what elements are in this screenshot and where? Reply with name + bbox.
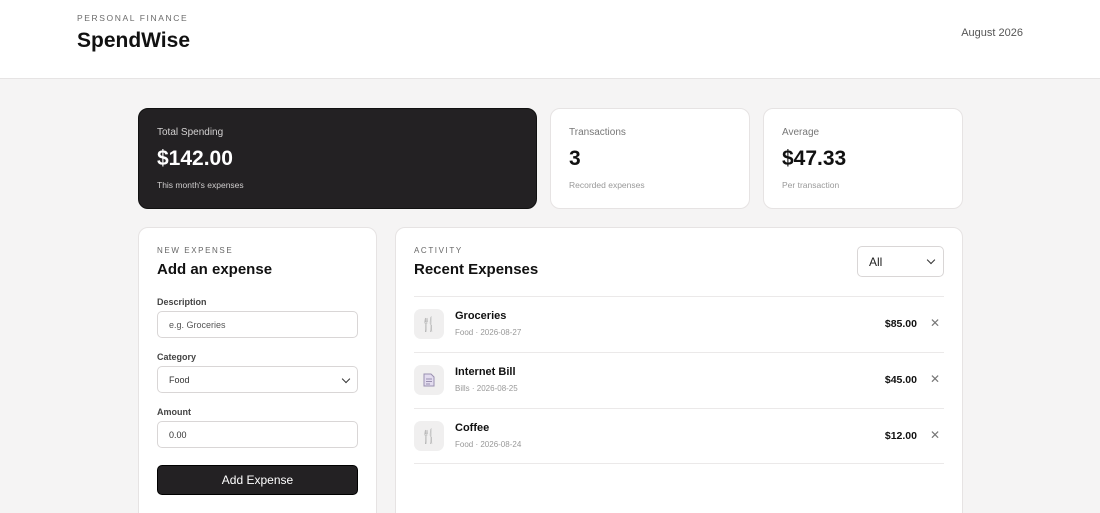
category-filter-select[interactable]: All (857, 246, 944, 277)
recent-expenses-card: ACTIVITY Recent Expenses All 🍴 Groceries… (395, 227, 963, 513)
filter-selected-value: All (869, 254, 883, 269)
average-card: Average $47.33 Per transaction (763, 108, 963, 209)
stat-subtitle: Per transaction (782, 180, 840, 190)
amount-label: Amount (157, 407, 191, 417)
total-spending-card: Total Spending $142.00 This month's expe… (138, 108, 537, 209)
delete-icon[interactable]: ✕ (930, 372, 940, 386)
expense-amount: $85.00 (884, 318, 917, 330)
utensils-icon: 🍴 (414, 421, 444, 451)
expense-meta: Food · 2026-08-27 (455, 328, 522, 337)
expense-row: 🍴 Groceries Food · 2026-08-27 $85.00 ✕ (414, 297, 944, 353)
delete-icon[interactable]: ✕ (930, 316, 940, 330)
stat-label: Transactions (569, 127, 626, 138)
utensils-icon: 🍴 (414, 309, 444, 339)
expense-name: Groceries (455, 310, 507, 322)
activity-eyebrow: ACTIVITY (414, 246, 463, 255)
current-month: August 2026 (961, 27, 1023, 39)
stat-label: Total Spending (157, 127, 224, 138)
transactions-card: Transactions 3 Recorded expenses (550, 108, 750, 209)
expense-meta: Bills · 2026-08-25 (455, 384, 518, 393)
activity-title: Recent Expenses (414, 261, 539, 278)
divider (414, 463, 944, 464)
transactions-value: 3 (569, 147, 581, 170)
stat-subtitle: This month's expenses (157, 180, 244, 190)
add-expense-card: NEW EXPENSE Add an expense Description e… (138, 227, 377, 513)
header-eyebrow: PERSONAL FINANCE (77, 13, 189, 23)
category-selected-value: Food (169, 374, 190, 385)
form-title: Add an expense (157, 261, 273, 278)
chevron-down-icon (926, 255, 936, 265)
receipt-icon (414, 365, 444, 395)
expense-name: Coffee (455, 422, 490, 434)
add-expense-button[interactable]: Add Expense (157, 465, 358, 495)
expense-meta: Food · 2026-08-24 (455, 440, 522, 449)
app-header: PERSONAL FINANCE SpendWise August 2026 (0, 0, 1100, 79)
expense-row: 🍴 Coffee Food · 2026-08-24 $12.00 ✕ (414, 409, 944, 465)
expense-name: Internet Bill (455, 366, 516, 378)
expense-amount: $45.00 (884, 374, 917, 386)
stat-subtitle: Recorded expenses (569, 180, 645, 190)
category-label: Category (157, 352, 197, 362)
description-input[interactable]: e.g. Groceries (157, 311, 358, 338)
delete-icon[interactable]: ✕ (930, 428, 940, 442)
description-label: Description (157, 297, 207, 307)
receipt-icon-svg (423, 373, 435, 387)
total-spending-value: $142.00 (157, 147, 233, 170)
form-eyebrow: NEW EXPENSE (157, 246, 234, 255)
category-select[interactable]: Food (157, 366, 358, 393)
amount-input[interactable]: 0.00 (157, 421, 358, 448)
chevron-down-icon (341, 374, 351, 384)
stat-label: Average (782, 127, 820, 138)
expense-row: Internet Bill Bills · 2026-08-25 $45.00 … (414, 353, 944, 409)
expense-amount: $12.00 (884, 430, 917, 442)
app-title: SpendWise (77, 29, 190, 52)
average-value: $47.33 (782, 147, 847, 170)
